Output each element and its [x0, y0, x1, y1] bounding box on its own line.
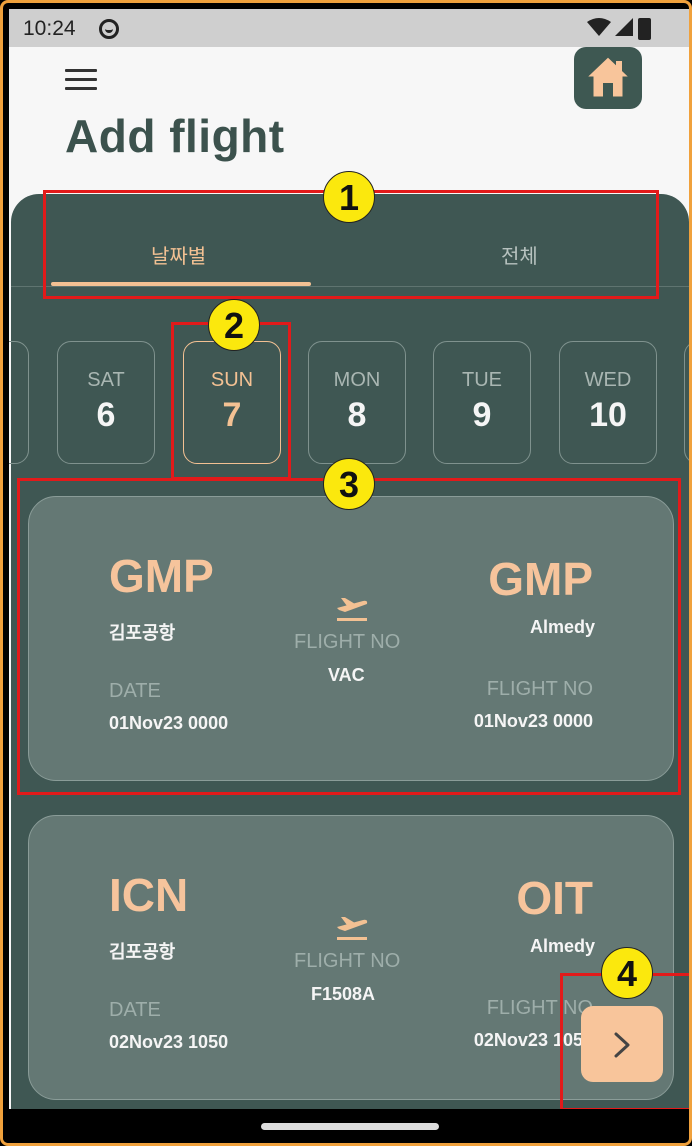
center-label: FLIGHT NO [294, 950, 401, 972]
annotation-badge-1: 1 [323, 171, 375, 223]
day-card-partial-left[interactable] [9, 341, 29, 464]
signal-icons [587, 18, 633, 36]
day-of-week: SAT [87, 369, 125, 391]
status-bar: 10:24 [9, 9, 689, 47]
annotation-badge-2: 2 [208, 299, 260, 351]
day-card-mon[interactable]: MON 8 [308, 341, 406, 464]
day-card-sat[interactable]: SAT 6 [57, 341, 155, 464]
wifi-icon [587, 18, 611, 36]
origin-code: ICN [109, 869, 189, 921]
page-title: Add flight [65, 110, 285, 162]
origin-name: 김포공항 [109, 942, 176, 962]
day-card-wed[interactable]: WED 10 [559, 341, 657, 464]
cell-signal-icon [615, 18, 633, 36]
day-number: 8 [347, 396, 367, 434]
home-gesture-handle[interactable] [261, 1123, 439, 1130]
destination-code: OIT [516, 872, 593, 924]
sync-icon [99, 19, 119, 39]
hamburger-menu-icon[interactable] [65, 69, 97, 91]
system-nav-bar [3, 1109, 689, 1143]
annotation-badge-4: 4 [601, 947, 653, 999]
status-time: 10:24 [23, 17, 76, 40]
home-icon [585, 56, 631, 98]
plane-departure-icon [337, 917, 368, 940]
day-card-tue[interactable]: TUE 9 [433, 341, 531, 464]
day-of-week: MON [333, 369, 381, 391]
center-value: F1508A [311, 984, 376, 1004]
date-value: 02Nov23 1050 [109, 1032, 229, 1052]
day-of-week: TUE [462, 369, 502, 391]
annotation-box-3 [17, 478, 681, 795]
day-number: 9 [472, 396, 492, 434]
destination-name: Almedy [529, 936, 595, 956]
day-card-partial-right[interactable] [684, 341, 689, 464]
day-number: 6 [96, 396, 116, 434]
day-of-week: WED [584, 369, 632, 391]
battery-icon [638, 18, 651, 40]
home-button[interactable] [574, 47, 642, 109]
annotation-badge-3: 3 [323, 458, 375, 510]
date-label: DATE [109, 999, 161, 1021]
day-number: 10 [589, 396, 627, 434]
device-frame: 10:24 Add flight 날짜별 전체 SAT 6 SUN 7 MON … [0, 0, 692, 1146]
